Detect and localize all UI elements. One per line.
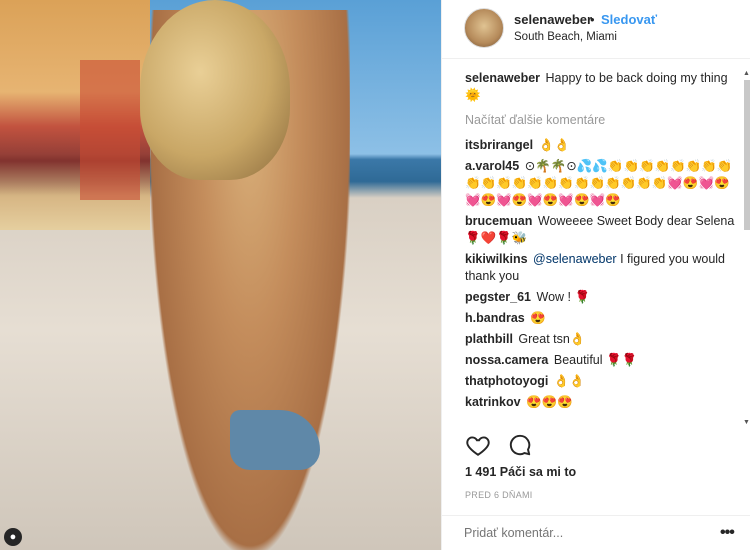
add-comment-bar: •••	[442, 515, 750, 551]
comment-text: 👌👌	[538, 138, 570, 152]
scrollbar-thumb[interactable]	[744, 80, 750, 230]
comments-list[interactable]: selenaweber Happy to be back doing my th…	[465, 70, 735, 426]
comment-item: brucemuan Woweeee Sweet Body dear Selena…	[465, 213, 735, 247]
photo-subject-hair	[140, 0, 290, 180]
header-separator-dot: •	[590, 12, 595, 27]
comment-item: pegster_61 Wow ! 🌹	[465, 289, 735, 306]
user-tag-icon[interactable]: ●	[4, 528, 22, 546]
comment-username[interactable]: plathbill	[465, 332, 513, 346]
comment-item: thatphotoyogi 👌👌	[465, 373, 735, 390]
post-timestamp: PRED 6 DŇAMI	[465, 490, 533, 500]
comment-mention-link[interactable]: @selenaweber	[533, 252, 617, 266]
comment-username[interactable]: a.varol45	[465, 159, 519, 173]
add-comment-input[interactable]	[464, 526, 704, 540]
post-header: selenaweber • Sledovať South Beach, Miam…	[442, 0, 750, 59]
post-side-panel: selenaweber • Sledovať South Beach, Miam…	[441, 0, 750, 550]
comment-item: h.bandras 😍	[465, 310, 735, 327]
comment-username[interactable]: katrinkov	[465, 395, 521, 409]
scroll-down-icon[interactable]: ▼	[743, 419, 750, 426]
comment-username[interactable]: brucemuan	[465, 214, 532, 228]
lifeguard-tower-detail	[80, 60, 140, 200]
comment-username[interactable]: itsbrirangel	[465, 138, 533, 152]
likes-count[interactable]: 1 491 Páči sa mi to	[465, 465, 576, 479]
comment-username[interactable]: nossa.camera	[465, 353, 548, 367]
avatar[interactable]	[464, 8, 504, 48]
comment-username[interactable]: h.bandras	[465, 311, 525, 325]
load-more-comments-button[interactable]: Načítať ďalšie komentáre	[465, 112, 735, 129]
caption: selenaweber Happy to be back doing my th…	[465, 70, 735, 104]
scroll-up-icon[interactable]: ▲	[743, 70, 750, 77]
comment-item: plathbill Great tsn👌	[465, 331, 735, 348]
comment-item: a.varol45 ⊙🌴🌴⊙💦💦👏👏👏👏👏👏👏👏👏👏👏👏👏👏👏👏👏👏👏👏👏💓😍💓…	[465, 158, 735, 209]
comment-item: katrinkov 😍😍😍	[465, 394, 735, 411]
comment-text: Wow ! 🌹	[536, 290, 591, 304]
comment-text: Great tsn👌	[518, 332, 586, 346]
comments-scrollbar[interactable]: ▲ ▼	[743, 70, 750, 426]
comment-username[interactable]: kikiwilkins	[465, 252, 528, 266]
comment-item: itsbrirangel 👌👌	[465, 137, 735, 154]
comment-text: 😍	[530, 311, 546, 325]
like-heart-icon[interactable]	[465, 432, 491, 458]
comment-text: 😍😍😍	[526, 395, 573, 409]
comment-item: kikiwilkins @selenaweber I figured you w…	[465, 251, 735, 285]
follow-button[interactable]: Sledovať	[601, 12, 657, 27]
comment-item: nossa.camera Beautiful 🌹🌹	[465, 352, 735, 369]
caption-username[interactable]: selenaweber	[465, 71, 540, 85]
post-actions	[465, 432, 545, 458]
comment-username[interactable]: thatphotoyogi	[465, 374, 548, 388]
location-link[interactable]: South Beach, Miami	[514, 31, 617, 43]
header-username[interactable]: selenaweber	[514, 12, 592, 27]
comment-username[interactable]: pegster_61	[465, 290, 531, 304]
more-options-icon[interactable]: •••	[720, 524, 735, 542]
comment-text: Beautiful 🌹🌹	[553, 353, 638, 367]
post-photo[interactable]: ●	[0, 0, 441, 550]
comment-text: 👌👌	[553, 374, 585, 388]
comment-bubble-icon[interactable]	[507, 432, 533, 458]
